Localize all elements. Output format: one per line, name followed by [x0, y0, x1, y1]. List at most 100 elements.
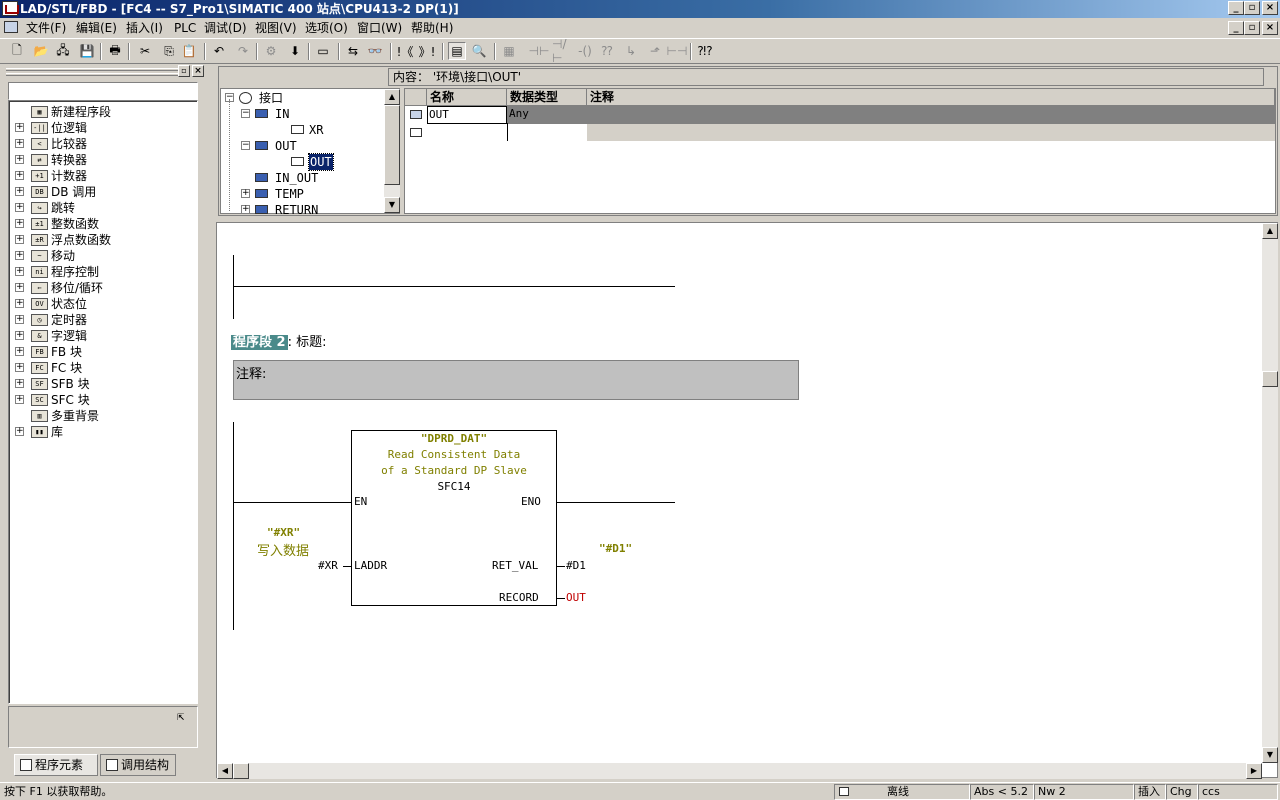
expand-toggle-icon[interactable]: +: [15, 235, 24, 244]
tree-item[interactable]: + FB FB 块: [9, 344, 195, 360]
expand-toggle-icon[interactable]: +: [15, 283, 24, 292]
column-header-name[interactable]: 名称: [427, 89, 507, 106]
menu-view[interactable]: 视图(V): [255, 20, 297, 36]
expand-toggle-icon[interactable]: +: [15, 219, 24, 228]
tree-item[interactable]: + & 字逻辑: [9, 328, 195, 344]
panel-dock-button[interactable]: ▫: [178, 65, 190, 77]
menu-file[interactable]: 文件(F): [26, 20, 66, 36]
expand-toggle-icon[interactable]: +: [15, 139, 24, 148]
editor-vertical-scrollbar[interactable]: ▲ ▼: [1262, 223, 1278, 763]
tree-item[interactable]: + FC FC 块: [9, 360, 195, 376]
interface-tree-item[interactable]: IN_OUT: [221, 170, 381, 186]
record-operand[interactable]: OUT: [566, 591, 586, 604]
cell-name[interactable]: OUT: [427, 106, 507, 124]
print-icon[interactable]: 🖶: [106, 42, 124, 60]
scroll-thumb[interactable]: [384, 105, 400, 185]
tab-call-structure[interactable]: 调用结构: [100, 754, 176, 776]
expand-toggle-icon[interactable]: +: [15, 427, 24, 436]
editor-scroll-down-button[interactable]: ▼: [1262, 747, 1278, 763]
cell-comment-empty[interactable]: [587, 124, 1275, 141]
panel-grip[interactable]: [6, 68, 178, 71]
coil-icon[interactable]: -(): [576, 42, 594, 60]
paste-icon[interactable]: 📋: [180, 42, 198, 60]
panel-search-field[interactable]: [8, 82, 198, 100]
laddr-symbol[interactable]: "#XR": [267, 526, 300, 539]
expand-toggle-icon[interactable]: +: [15, 267, 24, 276]
tab-program-elements[interactable]: 程序元素: [14, 754, 98, 776]
tree-item[interactable]: + ⇄ 转换器: [9, 152, 195, 168]
menu-plc[interactable]: PLC: [174, 20, 196, 36]
child-minimize-button[interactable]: _: [1228, 21, 1244, 35]
menu-help[interactable]: 帮助(H): [411, 20, 453, 36]
save-icon[interactable]: 💾: [78, 42, 96, 60]
expand-toggle-icon[interactable]: +: [15, 395, 24, 404]
child-close-button[interactable]: ×: [1262, 21, 1278, 35]
interface-tree-item[interactable]: − IN: [221, 106, 381, 122]
cut-icon[interactable]: ✂: [136, 42, 154, 60]
open-icon[interactable]: 📂: [32, 42, 50, 60]
interface-tree-item[interactable]: − OUT: [221, 138, 381, 154]
expand-toggle-icon[interactable]: +: [15, 171, 24, 180]
new-icon[interactable]: 🗋: [8, 42, 26, 60]
next-network-icon[interactable]: 》!: [418, 42, 436, 60]
interface-tree-item[interactable]: + RETURN: [221, 202, 381, 218]
new-network-icon[interactable]: ▦: [500, 42, 518, 60]
expand-toggle-icon[interactable]: +: [15, 155, 24, 164]
network-header[interactable]: 程序段 2: 标题:: [231, 334, 326, 352]
editor-horizontal-scrollbar[interactable]: ◀ ▶: [217, 763, 1262, 779]
overview-icon[interactable]: ▤: [448, 42, 466, 60]
table-row[interactable]: OUT Any: [405, 106, 1275, 124]
expand-toggle-icon[interactable]: +: [15, 203, 24, 212]
close-branch-icon[interactable]: ⬏: [646, 42, 664, 60]
compile-icon[interactable]: ⚙: [262, 42, 280, 60]
empty-box-icon[interactable]: ⁇: [598, 42, 616, 60]
editor-scroll-up-button[interactable]: ▲: [1262, 223, 1278, 239]
menu-options[interactable]: 选项(O): [305, 20, 348, 36]
prev-network-icon[interactable]: !《: [396, 42, 414, 60]
network-label[interactable]: 程序段 2: [231, 335, 288, 350]
tree-item[interactable]: + ▮▮ 库: [9, 424, 195, 440]
tree-item[interactable]: + ±R 浮点数函数: [9, 232, 195, 248]
app-icon[interactable]: [2, 1, 19, 16]
scroll-down-button[interactable]: ▼: [384, 197, 400, 213]
document-icon[interactable]: [4, 21, 18, 33]
expand-toggle-icon[interactable]: +: [15, 187, 24, 196]
tree-item[interactable]: ▥ 多重背景: [9, 408, 195, 424]
expand-toggle-icon[interactable]: +: [15, 251, 24, 260]
minimize-button[interactable]: _: [1228, 1, 1244, 15]
menu-debug[interactable]: 调试(D): [204, 20, 247, 36]
table-row-empty[interactable]: [405, 123, 1275, 142]
interface-tree-item[interactable]: XR: [221, 122, 381, 138]
tree-item[interactable]: + ni 程序控制: [9, 264, 195, 280]
ret-val-symbol[interactable]: "#D1": [599, 542, 632, 555]
download-icon[interactable]: ⬇: [286, 42, 304, 60]
tree-item[interactable]: + SF SFB 块: [9, 376, 195, 392]
cell-type[interactable]: Any: [507, 106, 1275, 124]
column-header-type[interactable]: 数据类型: [507, 89, 587, 106]
tree-item[interactable]: + ~ 移动: [9, 248, 195, 264]
expand-toggle-icon[interactable]: +: [15, 379, 24, 388]
tree-item[interactable]: + SC SFC 块: [9, 392, 195, 408]
tree-item[interactable]: + -|| 位逻辑: [9, 120, 195, 136]
nc-contact-icon[interactable]: ⊣/⊢: [552, 37, 570, 65]
monitor-icon[interactable]: 👓: [366, 42, 384, 60]
ret-val-operand[interactable]: #D1: [566, 559, 586, 572]
pin-icon[interactable]: ⇱: [177, 709, 184, 723]
network-comment-box[interactable]: 注释:: [233, 360, 799, 400]
tree-item[interactable]: + ±1 整数函数: [9, 216, 195, 232]
expand-toggle-icon[interactable]: +: [241, 189, 250, 198]
menu-edit[interactable]: 编辑(E): [76, 20, 117, 36]
tree-item[interactable]: + ⇐ 移位/循环: [9, 280, 195, 296]
close-button[interactable]: ×: [1262, 1, 1278, 15]
panel-close-button[interactable]: ×: [192, 65, 204, 77]
tree-item[interactable]: + ↪ 跳转: [9, 200, 195, 216]
open-branch-icon[interactable]: ↳: [622, 42, 640, 60]
child-restore-button[interactable]: ▫: [1244, 21, 1260, 35]
expand-toggle-icon[interactable]: +: [15, 299, 24, 308]
no-contact-icon[interactable]: ⊣⊢: [529, 42, 550, 60]
tree-item[interactable]: + ◷ 定时器: [9, 312, 195, 328]
expand-toggle-icon[interactable]: +: [241, 205, 250, 214]
online-icon[interactable]: ⇆: [344, 42, 362, 60]
column-header-comment[interactable]: 注释: [587, 89, 1275, 106]
zoom-icon[interactable]: 🔍: [470, 42, 488, 60]
